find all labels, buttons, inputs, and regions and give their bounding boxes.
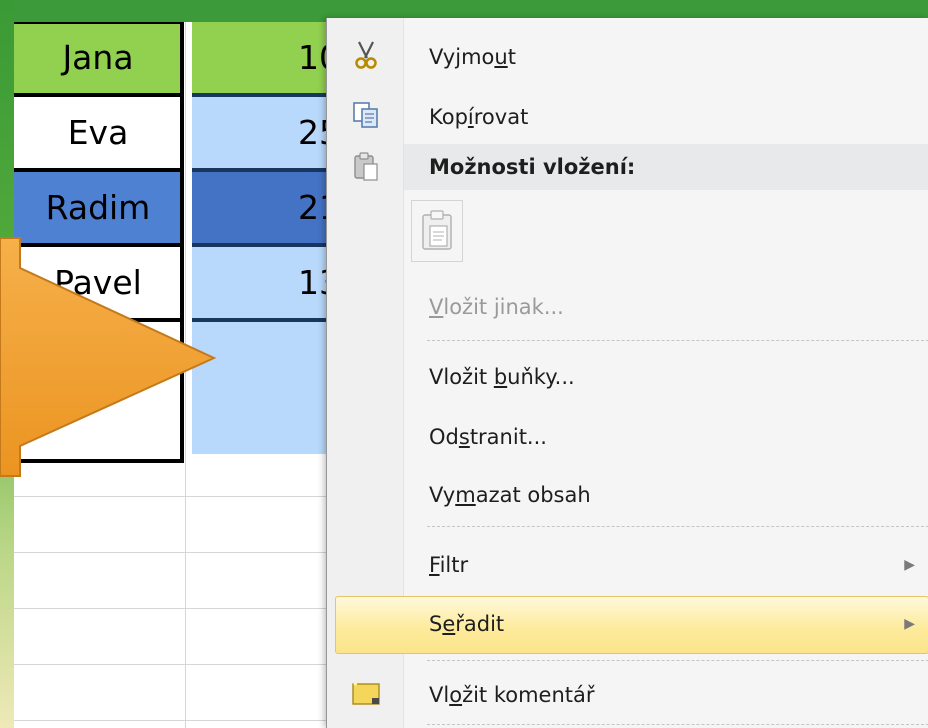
- cell-border: [14, 459, 182, 463]
- comment-icon: [349, 676, 383, 710]
- insert-comment-label: Vložit komentář: [429, 683, 595, 707]
- scissors-icon: [349, 38, 383, 72]
- insert-cells-label: Vložit buňky...: [429, 365, 575, 389]
- copy-icon: [349, 98, 383, 132]
- copy-label: Kopírovat: [429, 105, 529, 129]
- paste-options-label: Možnosti vložení:: [429, 155, 636, 179]
- menu-separator: [427, 660, 928, 661]
- cell-border: [180, 22, 184, 463]
- menu-item-paste-special[interactable]: Vložit jinak...: [327, 276, 928, 338]
- paste-option-icon: [422, 210, 452, 250]
- cell-name[interactable]: Pavel: [14, 247, 182, 318]
- sort-label: Seřadit: [429, 612, 505, 636]
- cell-border: [14, 22, 182, 24]
- menu-item-clear-contents[interactable]: Vymazat obsah: [327, 464, 928, 526]
- slide-frame-left: [0, 0, 14, 728]
- delete-label: Odstranit...: [429, 425, 547, 449]
- menu-separator: [427, 724, 928, 725]
- menu-item-insert-comment[interactable]: Vložit komentář: [327, 664, 928, 726]
- menu-separator: [427, 340, 928, 341]
- paste-option-button[interactable]: [411, 200, 463, 262]
- menu-item-cut[interactable]: Vyjmout: [327, 26, 928, 88]
- cell-border: [14, 93, 182, 97]
- submenu-arrow-icon: ▶: [904, 616, 915, 632]
- paste-special-label: Vložit jinak...: [429, 295, 564, 319]
- paste-options-header: Možnosti vložení:: [404, 144, 928, 190]
- filter-label: Filtr: [429, 553, 469, 577]
- submenu-arrow-icon: ▶: [904, 557, 915, 573]
- paste-icon: [349, 150, 383, 184]
- cell-name[interactable]: Jana: [14, 22, 182, 93]
- cell-border: [14, 168, 182, 172]
- cell-name[interactable]: Eva: [14, 97, 182, 168]
- menu-item-delete[interactable]: Odstranit...: [327, 406, 928, 468]
- menu-item-filter[interactable]: Filtr ▶: [327, 534, 928, 596]
- cell-border: [14, 243, 182, 247]
- gridline: [185, 22, 186, 728]
- menu-item-insert-cells[interactable]: Vložit buňky...: [327, 346, 928, 408]
- menu-separator: [427, 526, 928, 527]
- menu-item-copy[interactable]: Kopírovat: [327, 86, 928, 148]
- cell-name[interactable]: Radim: [14, 172, 182, 243]
- cell-border: [14, 318, 182, 322]
- context-menu: Vyjmout Kopírovat Možnosti vložení: Vlož…: [326, 18, 928, 728]
- clear-contents-label: Vymazat obsah: [429, 483, 591, 507]
- menu-item-sort[interactable]: Seřadit ▶: [327, 593, 928, 655]
- cut-label: Vyjmout: [429, 45, 516, 69]
